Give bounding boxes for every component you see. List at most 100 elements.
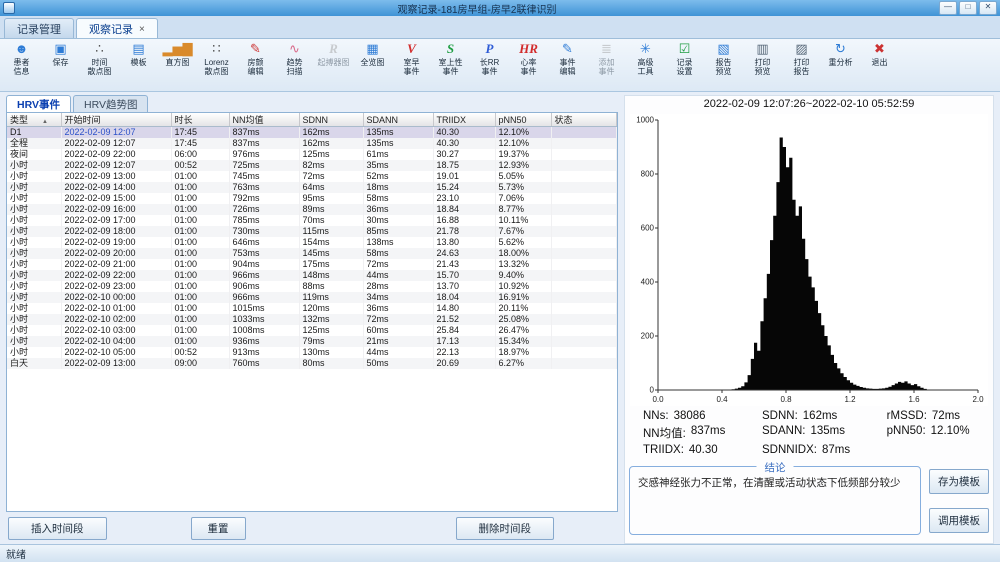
load-template-button[interactable]: 调用模板 bbox=[929, 508, 989, 533]
print-preview-icon: ▥ bbox=[756, 41, 768, 57]
toolbar-button-time-scatter[interactable]: ∴时间 散点图 bbox=[80, 41, 119, 85]
tab-observation-record[interactable]: 观察记录 × bbox=[76, 18, 158, 38]
column-header-triidx[interactable]: TRIIDX bbox=[433, 113, 495, 127]
toolbar-button-hr-event[interactable]: HR心率 事件 bbox=[509, 41, 548, 85]
toolbar-button-pvc-event[interactable]: V室早 事件 bbox=[392, 41, 431, 85]
table-row[interactable]: 小时2022-02-09 23:0001:00906ms88ms28ms13.7… bbox=[7, 281, 617, 292]
delete-timespan-button[interactable]: 删除时间段 bbox=[456, 517, 555, 540]
toolbar-button-exit[interactable]: ✖退出 bbox=[860, 41, 899, 85]
cell-type: 小时 bbox=[7, 237, 61, 248]
table-row[interactable]: 小时2022-02-09 22:0001:00966ms148ms44ms15.… bbox=[7, 270, 617, 281]
toolbar-button-histogram[interactable]: ▂▅▇直方图 bbox=[158, 41, 197, 85]
column-header-pnn50[interactable]: pNN50 bbox=[495, 113, 551, 127]
cell-triidx: 22.13 bbox=[433, 347, 495, 358]
cell-type: 夜间 bbox=[7, 149, 61, 160]
cell-sdnn: 125ms bbox=[299, 325, 363, 336]
toolbar-button-print-report[interactable]: ▨打印 报告 bbox=[782, 41, 821, 85]
cell-status bbox=[551, 226, 617, 237]
table-row[interactable]: 全程2022-02-09 12:0717:45837ms162ms135ms40… bbox=[7, 138, 617, 149]
cell-sdann: 30ms bbox=[363, 215, 433, 226]
toolbar-button-af-edit[interactable]: ✎房颤 编辑 bbox=[236, 41, 275, 85]
table-row[interactable]: 小时2022-02-09 20:0001:00753ms145ms58ms24.… bbox=[7, 248, 617, 259]
close-icon[interactable]: ✕ bbox=[979, 1, 997, 15]
table-row[interactable]: 小时2022-02-10 00:0001:00966ms119ms34ms18.… bbox=[7, 292, 617, 303]
toolbar-button-overview[interactable]: ▦全览图 bbox=[353, 41, 392, 85]
save-template-button[interactable]: 存为模板 bbox=[929, 469, 989, 494]
cell-duration: 17:45 bbox=[171, 127, 229, 139]
cell-sdann: 85ms bbox=[363, 226, 433, 237]
column-header-sdann[interactable]: SDANN bbox=[363, 113, 433, 127]
svg-text:0: 0 bbox=[650, 386, 655, 395]
column-header-duration[interactable]: 时长 bbox=[171, 113, 229, 127]
svg-text:800: 800 bbox=[641, 170, 655, 179]
toolbar-button-record-settings[interactable]: ☑记录 设置 bbox=[665, 41, 704, 85]
toolbar-button-trend-scan[interactable]: ∿趋势 扫描 bbox=[275, 41, 314, 85]
toolbar-button-save[interactable]: ▣保存 bbox=[41, 41, 80, 85]
cell-type: 全程 bbox=[7, 138, 61, 149]
cell-pnn50: 5.05% bbox=[495, 171, 551, 182]
cell-type: 小时 bbox=[7, 171, 61, 182]
toolbar-button-template[interactable]: ▤模板 bbox=[119, 41, 158, 85]
main-area: HRV事件 HRV趋势图 类型▲开始时间时长NN均值SDNNSDANNTRIID… bbox=[0, 92, 1000, 544]
toolbar-button-report-preview[interactable]: ▧报告 预览 bbox=[704, 41, 743, 85]
cell-start: 2022-02-09 12:07 bbox=[61, 138, 171, 149]
table-row[interactable]: 小时2022-02-10 03:0001:001008ms125ms60ms25… bbox=[7, 325, 617, 336]
table-row[interactable]: D12022-02-09 12:0717:45837ms162ms135ms40… bbox=[7, 127, 617, 139]
table-row[interactable]: 小时2022-02-09 17:0001:00785ms70ms30ms16.8… bbox=[7, 215, 617, 226]
cell-triidx: 13.70 bbox=[433, 281, 495, 292]
toolbar-button-advanced-tools[interactable]: ✳高级 工具 bbox=[626, 41, 665, 85]
table-row[interactable]: 小时2022-02-09 19:0001:00646ms154ms138ms13… bbox=[7, 237, 617, 248]
column-header-nn-mean[interactable]: NN均值 bbox=[229, 113, 299, 127]
subtab-hrv-events[interactable]: HRV事件 bbox=[6, 95, 71, 112]
toolbar-button-print-preview[interactable]: ▥打印 预览 bbox=[743, 41, 782, 85]
exit-icon: ✖ bbox=[874, 41, 885, 57]
toolbar-button-lorenz[interactable]: ∷Lorenz 散点图 bbox=[197, 41, 236, 85]
reanalyze-icon: ↻ bbox=[835, 41, 846, 57]
table-row[interactable]: 小时2022-02-10 04:0001:00936ms79ms21ms17.1… bbox=[7, 336, 617, 347]
column-header-sdnn[interactable]: SDNN bbox=[299, 113, 363, 127]
table-row[interactable]: 小时2022-02-10 01:0001:001015ms120ms36ms14… bbox=[7, 303, 617, 314]
cell-type: 小时 bbox=[7, 347, 61, 358]
minimize-icon[interactable]: — bbox=[939, 1, 957, 15]
column-header-type[interactable]: 类型▲ bbox=[7, 113, 61, 127]
table-row[interactable]: 夜间2022-02-09 22:0006:00976ms125ms61ms30.… bbox=[7, 149, 617, 160]
cell-type: 小时 bbox=[7, 292, 61, 303]
cell-sdnn: 82ms bbox=[299, 160, 363, 171]
tab-close-icon[interactable]: × bbox=[139, 24, 145, 35]
table-row[interactable]: 小时2022-02-10 05:0000:52913ms130ms44ms22.… bbox=[7, 347, 617, 358]
table-row[interactable]: 小时2022-02-09 13:0001:00745ms72ms52ms19.0… bbox=[7, 171, 617, 182]
table-row[interactable]: 白天2022-02-09 13:0009:00760ms80ms50ms20.6… bbox=[7, 358, 617, 369]
table-row[interactable]: 小时2022-02-09 15:0001:00792ms95ms58ms23.1… bbox=[7, 193, 617, 204]
toolbar-button-sve-event[interactable]: S室上性 事件 bbox=[431, 41, 470, 85]
cell-nn-mean: 966ms bbox=[229, 292, 299, 303]
tab-record-management[interactable]: 记录管理 bbox=[4, 18, 74, 38]
hr-event-icon: HR bbox=[519, 41, 538, 57]
toolbar-button-event-edit[interactable]: ✎事件 编辑 bbox=[548, 41, 587, 85]
toolbar-label-af-edit: 房颤 编辑 bbox=[248, 58, 264, 76]
toolbar-button-patient-info[interactable]: ☻患者 信息 bbox=[2, 41, 41, 85]
toolbar-button-reanalyze[interactable]: ↻重分析 bbox=[821, 41, 860, 85]
table-row[interactable]: 小时2022-02-09 12:0700:52725ms82ms35ms18.7… bbox=[7, 160, 617, 171]
toolbar-label-advanced-tools: 高级 工具 bbox=[638, 58, 654, 76]
insert-timespan-button[interactable]: 插入时间段 bbox=[8, 517, 107, 540]
maximize-icon[interactable]: □ bbox=[959, 1, 977, 15]
cell-pnn50: 5.62% bbox=[495, 237, 551, 248]
stat-label: NNs: bbox=[643, 410, 669, 422]
cell-pnn50: 7.06% bbox=[495, 193, 551, 204]
cell-status bbox=[551, 347, 617, 358]
table-row[interactable]: 小时2022-02-09 16:0001:00726ms89ms36ms18.8… bbox=[7, 204, 617, 215]
subtab-hrv-trend[interactable]: HRV趋势图 bbox=[73, 95, 148, 112]
table-row[interactable]: 小时2022-02-10 02:0001:001033ms132ms72ms21… bbox=[7, 314, 617, 325]
cell-nn-mean: 745ms bbox=[229, 171, 299, 182]
toolbar-button-long-rr-event[interactable]: P长RR 事件 bbox=[470, 41, 509, 85]
table-row[interactable]: 小时2022-02-09 14:0001:00763ms64ms18ms15.2… bbox=[7, 182, 617, 193]
column-header-start[interactable]: 开始时间 bbox=[61, 113, 171, 127]
chart-title: 2022-02-09 12:07:26~2022-02-10 05:52:59 bbox=[629, 98, 989, 114]
column-header-status[interactable]: 状态 bbox=[551, 113, 617, 127]
table-row[interactable]: 小时2022-02-09 21:0001:00904ms175ms72ms21.… bbox=[7, 259, 617, 270]
reset-button[interactable]: 重置 bbox=[191, 517, 246, 540]
cell-start: 2022-02-09 20:00 bbox=[61, 248, 171, 259]
cell-duration: 01:00 bbox=[171, 281, 229, 292]
table-row[interactable]: 小时2022-02-09 18:0001:00730ms115ms85ms21.… bbox=[7, 226, 617, 237]
toolbar-label-hr-event: 心率 事件 bbox=[521, 58, 537, 76]
